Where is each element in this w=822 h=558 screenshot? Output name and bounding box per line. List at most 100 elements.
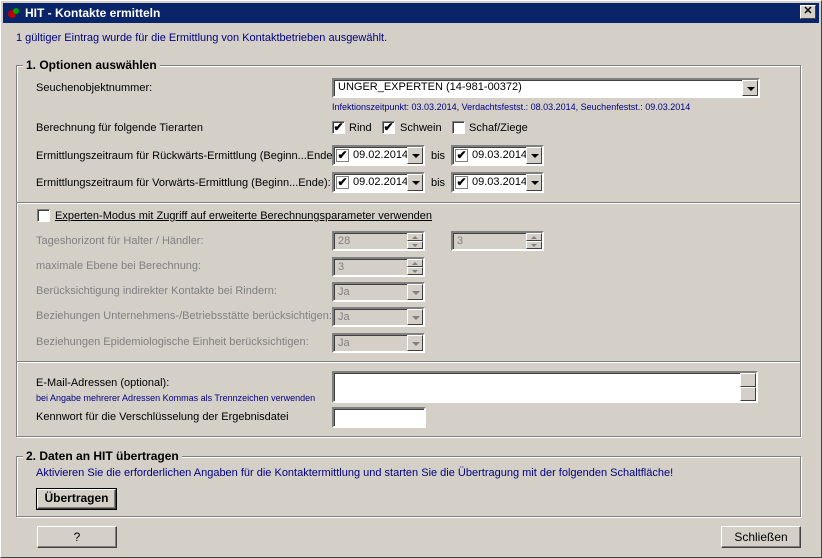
checkbox-schaf-ziege[interactable]	[452, 121, 465, 134]
vorwaerts-to-checkbox[interactable]: ✔	[455, 176, 468, 189]
rueckwaerts-label: Ermittlungszeitraum für Rückwärts-Ermitt…	[36, 150, 340, 162]
chevron-down-icon	[412, 291, 420, 295]
checkbox-schaf-ziege-label: Schaf/Ziege	[469, 122, 528, 134]
indirekt-label: Berücksichtigung indirekter Kontakte bei…	[36, 285, 277, 297]
rueckwaerts-to-dropdown-button[interactable]	[526, 147, 542, 164]
vorwaerts-from-date[interactable]: ✔ 09.02.2014	[332, 172, 425, 193]
chevron-down-icon	[531, 154, 539, 158]
checkmark-icon: ✔	[456, 148, 467, 162]
window-title: HIT - Kontakte ermitteln	[25, 6, 161, 20]
email-label: E-Mail-Adressen (optional):	[36, 377, 170, 389]
checkmark-icon: ✔	[337, 148, 348, 162]
checkmark-icon: ✔	[333, 120, 344, 134]
rueckwaerts-to-checkbox[interactable]: ✔	[455, 149, 468, 162]
rueckwaerts-bis-label: bis	[431, 150, 446, 162]
spin-down-icon[interactable]	[407, 267, 423, 275]
title-bar: HIT - Kontakte ermitteln ✕	[3, 3, 819, 23]
unternehmen-label: Beziehungen Unternehmens-/Betriebsstätte…	[36, 310, 332, 322]
unternehmen-dropdown-button[interactable]	[407, 309, 423, 325]
seuchen-dates-info: Infektionszeitpunkt: 03.03.2014, Verdach…	[332, 102, 691, 112]
close-window-button[interactable]: ✕	[800, 5, 816, 19]
spinner-buttons[interactable]	[526, 233, 542, 249]
transfer-group-title: 2. Daten an HIT übertragen	[23, 449, 182, 463]
rueckwaerts-from-value: 09.02.2014	[353, 149, 409, 161]
checkbox-rind-label: Rind	[349, 122, 372, 134]
separator	[17, 361, 800, 363]
vorwaerts-from-checkbox[interactable]: ✔	[336, 176, 349, 189]
tageshorizont-halter-spinner[interactable]: 28	[332, 231, 425, 251]
rueckwaerts-from-dropdown-button[interactable]	[407, 147, 423, 164]
chevron-down-icon	[412, 181, 420, 185]
vorwaerts-from-value: 09.02.2014	[353, 176, 409, 188]
scroll-down-icon[interactable]	[740, 387, 756, 401]
checkbox-rind[interactable]: ✔	[332, 121, 345, 134]
unternehmen-dropdown[interactable]: Ja	[332, 307, 425, 327]
dialog-window: HIT - Kontakte ermitteln ✕ 1 gültiger Ei…	[0, 0, 822, 558]
spinner-buttons[interactable]	[407, 259, 423, 275]
chevron-down-icon	[531, 181, 539, 185]
transfer-instruction: Aktivieren Sie die erforderlichen Angabe…	[36, 467, 674, 479]
checkmark-icon: ✔	[337, 175, 348, 189]
indirekt-dropdown[interactable]: Ja	[332, 282, 425, 302]
tageshorizont-haendler-spinner[interactable]: 3	[451, 231, 544, 251]
epi-label: Beziehungen Epidemiologische Einheit ber…	[36, 336, 309, 348]
vorwaerts-from-dropdown-button[interactable]	[407, 174, 423, 191]
close-icon: ✕	[803, 5, 813, 17]
email-hint: bei Angabe mehrerer Adressen Kommas als …	[36, 393, 316, 403]
spin-down-icon[interactable]	[407, 241, 423, 249]
close-button[interactable]: Schließen	[721, 526, 801, 548]
selection-info-text: 1 gültiger Eintrag wurde für die Ermittl…	[16, 32, 388, 44]
epi-value: Ja	[338, 337, 350, 349]
indirekt-value: Ja	[338, 286, 350, 298]
chevron-down-icon	[412, 154, 420, 158]
spin-up-icon[interactable]	[526, 233, 542, 241]
scroll-up-icon[interactable]	[740, 373, 756, 387]
spin-down-icon[interactable]	[526, 241, 542, 249]
chevron-down-icon	[412, 316, 420, 320]
expert-mode-label: Experten-Modus mit Zugriff auf erweitert…	[55, 210, 433, 222]
vorwaerts-to-value: 09.03.2014	[472, 176, 528, 188]
tierarten-label: Berechnung für folgende Tierarten	[36, 122, 203, 134]
tageshorizont-haendler-value: 3	[457, 235, 464, 247]
app-icon	[8, 8, 19, 18]
checkbox-schwein-label: Schwein	[400, 122, 442, 134]
rueckwaerts-to-value: 09.03.2014	[472, 149, 528, 161]
rueckwaerts-from-checkbox[interactable]: ✔	[336, 149, 349, 162]
tageshorizont-label: Tageshorizont für Halter / Händler:	[36, 235, 204, 247]
vorwaerts-to-date[interactable]: ✔ 09.03.2014	[451, 172, 544, 193]
transfer-group	[16, 456, 801, 517]
seuchenobjekt-value: UNGER_EXPERTEN (14-981-00372)	[338, 81, 522, 93]
options-group-title: 1. Optionen auswählen	[23, 58, 160, 72]
epi-dropdown[interactable]: Ja	[332, 333, 425, 353]
tageshorizont-halter-value: 28	[338, 235, 351, 247]
spin-up-icon[interactable]	[407, 233, 423, 241]
spinner-buttons[interactable]	[407, 233, 423, 249]
epi-dropdown-button[interactable]	[407, 335, 423, 351]
kennwort-field[interactable]	[332, 407, 426, 428]
indirekt-dropdown-button[interactable]	[407, 284, 423, 300]
seuchenobjekt-dropdown[interactable]: UNGER_EXPERTEN (14-981-00372)	[332, 78, 760, 98]
vorwaerts-bis-label: bis	[431, 177, 446, 189]
seuchenobjekt-label: Seuchenobjektnummer:	[36, 82, 153, 94]
separator	[17, 202, 800, 204]
seuchenobjekt-dropdown-button[interactable]	[742, 80, 758, 96]
email-field[interactable]	[332, 371, 758, 403]
expert-mode-checkbox[interactable]	[37, 209, 50, 222]
help-button[interactable]: ?	[37, 526, 117, 548]
transfer-button[interactable]: Übertragen	[36, 488, 117, 510]
vorwaerts-to-dropdown-button[interactable]	[526, 174, 542, 191]
vorwaerts-label: Ermittlungszeitraum für Vorwärts-Ermittl…	[36, 177, 331, 189]
unternehmen-value: Ja	[338, 311, 350, 323]
chevron-down-icon	[747, 87, 755, 91]
email-scrollbar[interactable]	[740, 373, 756, 401]
kennwort-label: Kennwort für die Verschlüsselung der Erg…	[36, 411, 289, 423]
checkbox-schwein[interactable]: ✔	[382, 121, 395, 134]
ebene-label: maximale Ebene bei Berechnung:	[36, 260, 202, 272]
spin-up-icon[interactable]	[407, 259, 423, 267]
ebene-spinner[interactable]: 3	[332, 257, 425, 277]
checkmark-icon: ✔	[456, 175, 467, 189]
rueckwaerts-to-date[interactable]: ✔ 09.03.2014	[451, 145, 544, 166]
rueckwaerts-from-date[interactable]: ✔ 09.02.2014	[332, 145, 425, 166]
ebene-value: 3	[338, 261, 345, 273]
checkmark-icon: ✔	[383, 120, 394, 134]
